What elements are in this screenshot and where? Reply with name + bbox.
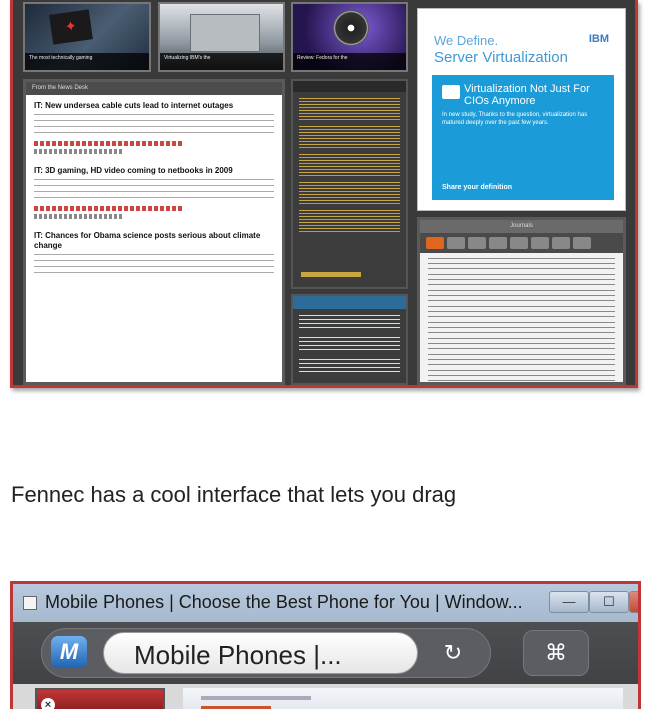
article-tags <box>34 149 124 154</box>
ad-box-body: In new study, Thanks to the question, vi… <box>442 112 588 126</box>
job-listing[interactable] <box>299 182 400 204</box>
news-desk-header: From the News Desk <box>26 82 282 95</box>
job-listing[interactable] <box>299 126 400 148</box>
ad-icon <box>442 85 460 99</box>
article-caption: Fennec has a cool interface that lets yo… <box>11 482 457 507</box>
journal-tab-icon[interactable] <box>573 237 591 249</box>
page-text-line <box>201 696 311 700</box>
tile-caption: Virtualizing IBM's the <box>160 53 283 70</box>
journals-panel: Journals <box>417 217 626 385</box>
journal-item[interactable] <box>428 322 615 333</box>
minimize-button[interactable]: — <box>549 591 589 613</box>
news-desk-panel: From the News Desk IT: New undersea cabl… <box>23 79 285 385</box>
page-content <box>183 688 623 709</box>
ad-share-link[interactable]: Share your definition <box>442 184 512 192</box>
journal-item[interactable] <box>428 338 615 349</box>
close-window-button[interactable]: X <box>629 591 638 613</box>
reload-icon[interactable]: ↻ <box>435 638 471 668</box>
bookmarks-button[interactable]: ⌘ <box>523 630 589 676</box>
maximize-button[interactable]: ☐ <box>589 591 629 613</box>
disc-image <box>333 10 369 46</box>
article-body <box>34 179 274 203</box>
window-titlebar: Mobile Phones | Choose the Best Phone fo… <box>21 588 638 616</box>
tab-thumbnail[interactable]: × <box>35 688 165 709</box>
journal-tab-icon[interactable] <box>552 237 570 249</box>
journal-item[interactable] <box>428 370 615 381</box>
job-listing[interactable] <box>299 98 400 120</box>
jobs-panel <box>291 79 408 289</box>
article-title[interactable]: IT: New undersea cable cuts lead to inte… <box>34 101 274 111</box>
ibm-logo: IBM <box>588 33 609 45</box>
article-meta <box>34 206 184 211</box>
ad-box-heading: Virtualization Not Just For CIOs Anymore <box>464 83 590 107</box>
journal-item[interactable] <box>428 306 615 317</box>
article-title[interactable]: IT: 3D gaming, HD video coming to netboo… <box>34 166 274 176</box>
window-icon <box>23 596 37 610</box>
journal-tab-icon[interactable] <box>489 237 507 249</box>
job-listing[interactable] <box>299 210 400 232</box>
article-tags <box>34 214 124 219</box>
ad-line-1: We Define. <box>434 33 499 48</box>
journal-item[interactable] <box>428 258 615 269</box>
ibm-advertisement[interactable]: We Define. Server Virtualization IBM Vir… <box>417 8 626 211</box>
journal-tab-icon[interactable] <box>468 237 486 249</box>
rss-icon[interactable] <box>426 237 444 249</box>
window-title: Mobile Phones | Choose the Best Phone fo… <box>45 592 523 612</box>
ad-line-2: Server Virtualization <box>434 49 568 66</box>
fennec-browser-screenshot: Mobile Phones | Choose the Best Phone fo… <box>10 581 641 709</box>
tile-caption: Review: Fedora for the <box>293 53 406 70</box>
job-listing[interactable] <box>299 154 400 176</box>
whitepaper-item[interactable] <box>299 359 400 375</box>
article-title[interactable]: IT: Chances for Obama science posts seri… <box>34 231 274 251</box>
ad-box: Virtualization Not Just For CIOs Anymore… <box>432 75 614 200</box>
news-tile-2[interactable]: Virtualizing IBM's the <box>158 2 285 72</box>
whitepaper-item[interactable] <box>299 337 400 353</box>
journal-item[interactable] <box>428 354 615 365</box>
tile-caption: The most technically gaming <box>25 53 149 70</box>
jobs-more-link[interactable] <box>301 272 361 277</box>
whitepaper-item[interactable] <box>299 315 400 331</box>
journal-item[interactable] <box>428 274 615 285</box>
news-article[interactable]: IT: 3D gaming, HD video coming to netboo… <box>26 160 282 219</box>
page: The most technically gaming Virtualizing… <box>0 0 659 709</box>
close-tab-icon[interactable]: × <box>41 698 55 709</box>
website-screenshot: The most technically gaming Virtualizing… <box>10 0 638 388</box>
journal-tab-icon[interactable] <box>447 237 465 249</box>
browser-toolbar: M Mobile Phones |... ↻ ⌘ <box>13 622 638 682</box>
article-body <box>34 254 274 278</box>
url-bar[interactable]: Mobile Phones |... <box>103 632 418 674</box>
journal-icon-bar <box>420 233 623 253</box>
whitepapers-panel <box>291 294 408 385</box>
flag-image <box>49 9 93 45</box>
news-tile-1[interactable]: The most technically gaming <box>23 2 151 72</box>
news-tile-3[interactable]: Review: Fedora for the <box>291 2 408 72</box>
journal-item[interactable] <box>428 290 615 301</box>
whitepapers-header <box>293 296 406 309</box>
building-image <box>190 14 260 52</box>
news-article[interactable]: IT: Chances for Obama science posts seri… <box>26 225 282 278</box>
jobs-header <box>293 81 406 92</box>
journal-tab-icon[interactable] <box>531 237 549 249</box>
article-meta <box>34 141 184 146</box>
site-favicon-icon[interactable]: M <box>51 636 87 668</box>
news-article[interactable]: IT: New undersea cable cuts lead to inte… <box>26 95 282 154</box>
journals-header: Journals <box>420 220 623 233</box>
url-text: Mobile Phones |... <box>134 640 342 670</box>
journal-tab-icon[interactable] <box>510 237 528 249</box>
article-body <box>34 114 274 138</box>
